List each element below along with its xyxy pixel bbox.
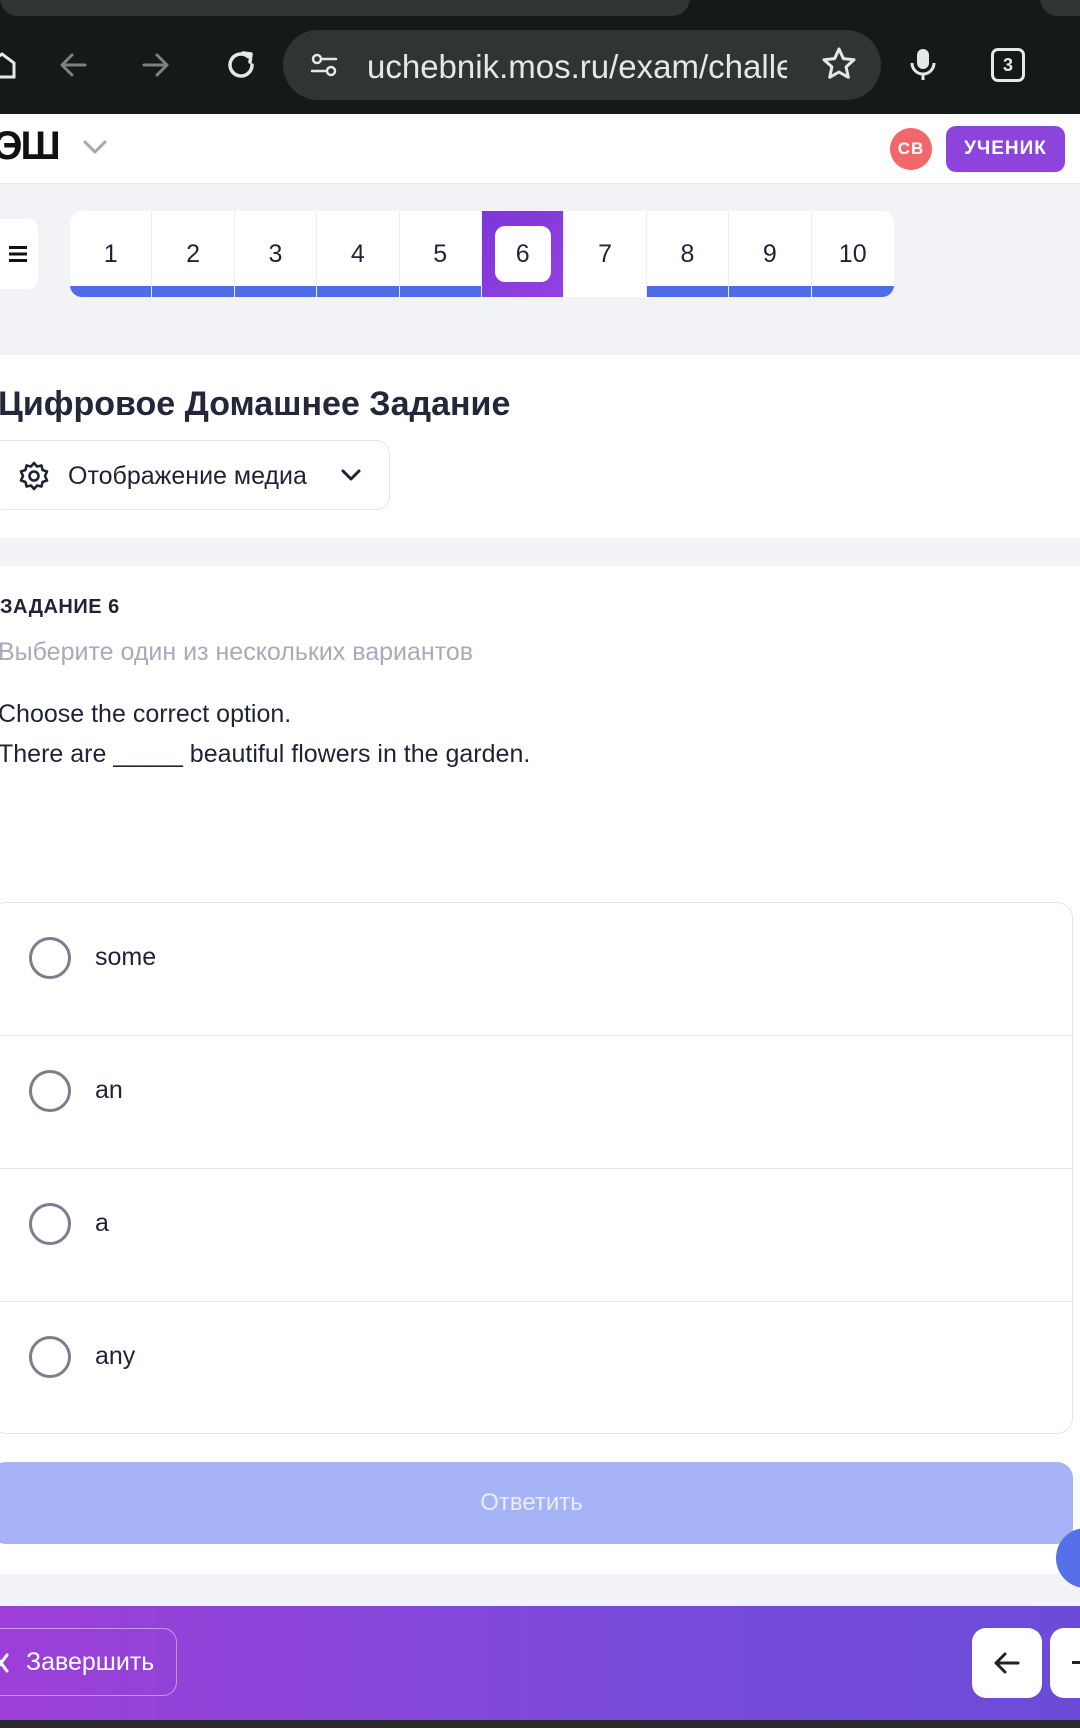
question-nav-item[interactable]: 4 <box>317 211 400 297</box>
arrow-left-icon <box>994 1652 1020 1674</box>
radio-button[interactable] <box>29 1203 71 1245</box>
hamburger-icon <box>9 246 27 262</box>
previous-question-button[interactable] <box>972 1628 1042 1698</box>
answer-option[interactable]: an <box>0 1036 1072 1169</box>
question-nav-number: 6 <box>494 226 551 282</box>
answered-indicator <box>317 286 399 297</box>
title-card: Цифровое Домашнее Задание Отображение ме… <box>0 355 1080 538</box>
close-icon <box>0 1651 15 1680</box>
question-nav-number: 4 <box>350 239 365 268</box>
answer-option[interactable]: a <box>0 1169 1072 1302</box>
task-label: ЗАДАНИЕ 6 <box>0 596 120 618</box>
system-nav-edge <box>0 1720 1080 1728</box>
bookmark-star-icon[interactable] <box>821 46 857 87</box>
back-arrow-icon[interactable] <box>48 40 98 90</box>
question-nav-number: 10 <box>838 239 867 268</box>
address-bar[interactable]: uchebnik.mos.ru/exam/challe <box>283 30 881 100</box>
question-nav-item[interactable]: 9 <box>729 211 812 297</box>
tab-count-button[interactable]: 3 <box>991 48 1025 82</box>
question-nav-item[interactable]: 1 <box>70 211 153 297</box>
answer-option[interactable]: some <box>0 903 1072 1036</box>
answered-indicator <box>646 286 729 297</box>
task-instruction: Выберите один из нескольких вариантов <box>0 638 474 666</box>
answer-option-label: a <box>95 1209 109 1237</box>
answer-option[interactable]: any <box>0 1302 1072 1433</box>
role-badge[interactable]: УЧЕНИК <box>946 126 1065 172</box>
app-root: uchebnik.mos.ru/exam/challe 3 ЭШ СВ УЧЕН… <box>0 0 1080 1728</box>
bottom-action-bar: Завершить <box>0 1606 1080 1720</box>
question-nav-number: 8 <box>680 239 695 268</box>
app-logo[interactable]: ЭШ <box>0 124 61 169</box>
question-nav-item[interactable]: 10 <box>811 211 894 297</box>
next-question-button[interactable] <box>1050 1628 1080 1698</box>
question-nav-item[interactable]: 2 <box>152 211 235 297</box>
arrow-right-icon <box>1072 1661 1080 1664</box>
page-title: Цифровое Домашнее Задание <box>0 385 511 423</box>
question-nav-number: 2 <box>186 239 201 268</box>
url-text[interactable]: uchebnik.mos.ru/exam/challe <box>367 48 787 86</box>
answer-option-label: an <box>95 1076 123 1104</box>
browser-tabstrip <box>0 0 1080 16</box>
question-nav-item[interactable]: 5 <box>399 211 482 297</box>
finish-button[interactable]: Завершить <box>0 1628 177 1696</box>
answered-indicator <box>70 286 152 297</box>
browser-tab[interactable] <box>0 0 690 16</box>
answered-indicator <box>234 286 317 297</box>
chevron-down-icon <box>339 465 363 490</box>
answered-indicator <box>811 286 894 297</box>
home-icon[interactable] <box>0 40 30 90</box>
microphone-icon[interactable] <box>898 40 948 90</box>
gear-icon <box>19 461 49 496</box>
question-nav-item[interactable]: 6 <box>481 211 565 297</box>
site-settings-icon[interactable] <box>309 50 339 85</box>
radio-button[interactable] <box>29 1070 71 1112</box>
app-header: ЭШ СВ УЧЕНИК <box>0 114 1080 184</box>
question-nav-number: 5 <box>433 239 448 268</box>
question-nav: 1 2 3 4 5 6 7 8 9 10 <box>70 211 894 297</box>
answered-indicator <box>399 286 481 297</box>
question-nav-item[interactable]: 7 <box>564 211 647 297</box>
radio-button[interactable] <box>29 1336 71 1378</box>
answered-indicator <box>152 286 234 297</box>
logo-chevron-down-icon[interactable] <box>82 138 108 161</box>
answer-options: some an a any <box>0 902 1073 1434</box>
question-nav-number: 9 <box>762 239 777 268</box>
question-text-line2: There are _____ beautiful flowers in the… <box>0 740 531 768</box>
question-nav-item[interactable]: 3 <box>234 211 318 297</box>
browser-tab-next[interactable] <box>1040 0 1080 16</box>
forward-arrow-icon[interactable] <box>131 40 181 90</box>
question-nav-number: 3 <box>268 239 283 268</box>
question-nav-number: 7 <box>598 239 612 268</box>
question-nav-area: 1 2 3 4 5 6 7 8 9 10 <box>0 185 1080 355</box>
submit-answer-button[interactable]: Ответить <box>0 1462 1073 1544</box>
answer-option-label: some <box>95 943 157 971</box>
question-text-line1: Choose the correct option. <box>0 700 292 728</box>
question-nav-item[interactable]: 8 <box>646 211 730 297</box>
answered-indicator <box>729 286 811 297</box>
media-display-dropdown[interactable]: Отображение медиа <box>0 440 390 510</box>
media-display-label: Отображение медиа <box>68 462 307 490</box>
answer-option-label: any <box>95 1342 136 1370</box>
browser-toolbar: uchebnik.mos.ru/exam/challe 3 <box>0 16 1080 114</box>
menu-button[interactable] <box>0 219 38 289</box>
question-nav-number: 1 <box>103 239 118 268</box>
reload-icon[interactable] <box>216 40 266 90</box>
task-card: ЗАДАНИЕ 6 Выберите один из нескольких ва… <box>0 566 1080 1574</box>
finish-label: Завершить <box>26 1648 155 1676</box>
radio-button[interactable] <box>29 937 71 979</box>
user-avatar[interactable]: СВ <box>890 128 932 170</box>
